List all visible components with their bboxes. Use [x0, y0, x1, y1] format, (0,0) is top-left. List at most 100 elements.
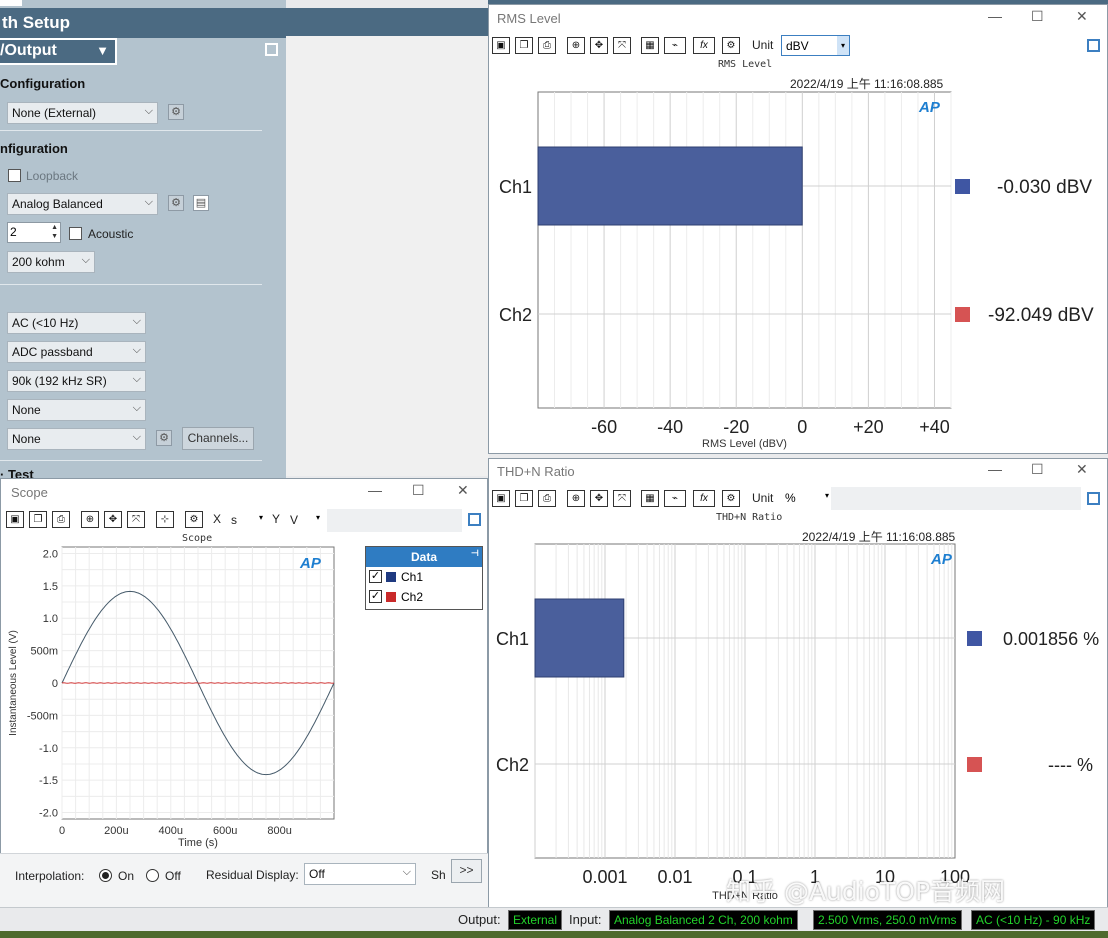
connector-select[interactable]: Analog Balanced ⌵ [7, 193, 158, 215]
interp-on-radio[interactable] [99, 869, 112, 882]
filter-select[interactable]: ADC passband ⌵ [7, 341, 146, 363]
output-label: Output: [458, 912, 501, 927]
interp-off-radio[interactable] [146, 869, 159, 882]
x-tick-label: 0.001 [582, 867, 627, 887]
rms-chart: Ch1 Ch2 -60 -40 -20 0 +20 +40 RMS Level (dBV) [499, 91, 970, 450]
maximize-icon[interactable]: ☐ [1031, 461, 1044, 478]
close-icon[interactable]: ✕ [1076, 461, 1088, 478]
legend-row-ch2[interactable]: ✓ Ch2 [366, 587, 482, 607]
filter-value: ADC passband [12, 345, 93, 359]
thd-ch1-value: 0.001856 % [1003, 629, 1100, 649]
minimize-icon[interactable]: — [368, 482, 382, 498]
divider [0, 284, 262, 285]
copy-icon[interactable]: ❐ [515, 37, 533, 54]
spinner-arrows-icon[interactable]: ▲ ▼ [51, 223, 58, 241]
thd-ch2-value: ---- % [1048, 755, 1093, 775]
impedance-select[interactable]: 200 kohm ⌵ [7, 251, 95, 273]
gear-icon[interactable]: ⚙ [722, 490, 740, 507]
graph-options-icon[interactable]: ⌁ [664, 37, 686, 54]
more-button[interactable]: >> [451, 859, 482, 883]
x-axis-label: X [213, 512, 222, 526]
ch2-checkbox[interactable]: ✓ [369, 590, 382, 603]
save-icon[interactable]: ▣ [492, 37, 510, 54]
maximize-icon[interactable]: ☐ [1031, 8, 1044, 25]
minimize-icon[interactable]: — [988, 8, 1002, 24]
io-tab[interactable]: /Output ▼ [0, 38, 117, 65]
close-icon[interactable]: ✕ [1076, 8, 1088, 25]
fit-icon[interactable]: ⤧ [613, 37, 631, 54]
sh-label: Sh [431, 868, 446, 882]
loopback-checkbox[interactable] [8, 169, 21, 182]
popout-icon[interactable] [1087, 39, 1100, 52]
pan-icon[interactable]: ✥ [590, 37, 608, 54]
none-select-2[interactable]: None ⌵ [7, 428, 146, 450]
channels-button[interactable]: Channels... [182, 427, 254, 450]
legend-row-ch1[interactable]: ✓ Ch1 [366, 567, 482, 587]
chevron-down-icon[interactable]: ▾ [259, 513, 263, 522]
unit-select-value: dBV [786, 39, 809, 53]
residual-display-select[interactable]: Off ⌵ [304, 863, 416, 885]
gear-icon[interactable]: ⚙ [722, 37, 740, 54]
zoom-icon[interactable]: ⊕ [567, 37, 585, 54]
connector-value: Analog Balanced [12, 197, 103, 211]
io-tab-label: /Output [0, 42, 57, 59]
legend-header: Data ⊣ [366, 547, 482, 567]
thd-chart-title: THD+N Ratio [716, 512, 783, 523]
unit-select[interactable]: dBV ▾ [781, 35, 850, 56]
pan-icon[interactable]: ✥ [104, 511, 122, 528]
zoom-icon[interactable]: ⊕ [81, 511, 99, 528]
unit-select[interactable]: % ▾ [781, 488, 831, 509]
section-input-configuration: nfiguration [0, 141, 68, 156]
divider [0, 460, 262, 461]
gear-icon[interactable]: ⚙ [168, 104, 184, 120]
input-status[interactable]: Analog Balanced 2 Ch, 200 kohm [609, 910, 798, 930]
bandwidth-value: 90k (192 kHz SR) [12, 374, 107, 388]
popout-icon[interactable] [265, 43, 278, 56]
zoom-icon[interactable]: ⊕ [567, 490, 585, 507]
filter-status[interactable]: AC (<10 Hz) - 90 kHz [971, 910, 1096, 930]
function-icon[interactable]: fx [693, 490, 715, 507]
thd-chart: Ch1Ch20.001 0.01 0.1 1 10 100THD+N Ratio [496, 543, 982, 902]
cursor-icon[interactable]: ⊹ [156, 511, 174, 528]
function-icon[interactable]: fx [693, 37, 715, 54]
bandwidth-select[interactable]: 90k (192 kHz SR) ⌵ [7, 370, 146, 392]
save-icon[interactable]: ▣ [492, 490, 510, 507]
maximize-icon[interactable]: ☐ [412, 482, 425, 499]
chevron-down-icon[interactable]: ▾ [316, 513, 320, 522]
table-icon[interactable]: ▦ [641, 37, 659, 54]
chevron-down-icon: ⌵ [132, 431, 141, 443]
y-unit-select[interactable]: V [290, 513, 298, 527]
coupling-select[interactable]: AC (<10 Hz) ⌵ [7, 312, 146, 334]
print-icon[interactable]: ⎙ [52, 511, 70, 528]
fit-icon[interactable]: ⤧ [127, 511, 145, 528]
residual-display-label: Residual Display: [206, 868, 299, 882]
copy-icon[interactable]: ❐ [515, 490, 533, 507]
print-icon[interactable]: ⎙ [538, 490, 556, 507]
table-icon[interactable]: ▦ [641, 490, 659, 507]
fit-icon[interactable]: ⤧ [613, 490, 631, 507]
popout-icon[interactable] [468, 513, 481, 526]
popout-icon[interactable] [1087, 492, 1100, 505]
output-config-select[interactable]: None (External) ⌵ [7, 102, 158, 124]
x-unit-select[interactable]: s [231, 513, 237, 527]
minimize-icon[interactable]: — [988, 461, 1002, 477]
category-label: Ch1 [496, 629, 529, 649]
none-select-1[interactable]: None ⌵ [7, 399, 146, 421]
channels-stepper[interactable]: 2 ▲ ▼ [7, 222, 61, 243]
close-icon[interactable]: ✕ [457, 482, 469, 499]
gear-icon[interactable]: ⚙ [185, 511, 203, 528]
ch1-checkbox[interactable]: ✓ [369, 570, 382, 583]
list-icon[interactable]: ▤ [193, 195, 209, 211]
output-status[interactable]: External [508, 910, 563, 930]
gear-icon[interactable]: ⚙ [156, 430, 172, 446]
y-tick-label: 2.0 [43, 548, 58, 560]
graph-options-icon[interactable]: ⌁ [664, 490, 686, 507]
print-icon[interactable]: ⎙ [538, 37, 556, 54]
pin-icon[interactable]: ⊣ [471, 548, 479, 559]
gear-icon[interactable]: ⚙ [168, 195, 184, 211]
copy-icon[interactable]: ❐ [29, 511, 47, 528]
pan-icon[interactable]: ✥ [590, 490, 608, 507]
acoustic-checkbox[interactable] [69, 227, 82, 240]
save-icon[interactable]: ▣ [6, 511, 24, 528]
level-status[interactable]: 2.500 Vrms, 250.0 mVrms [813, 910, 962, 930]
